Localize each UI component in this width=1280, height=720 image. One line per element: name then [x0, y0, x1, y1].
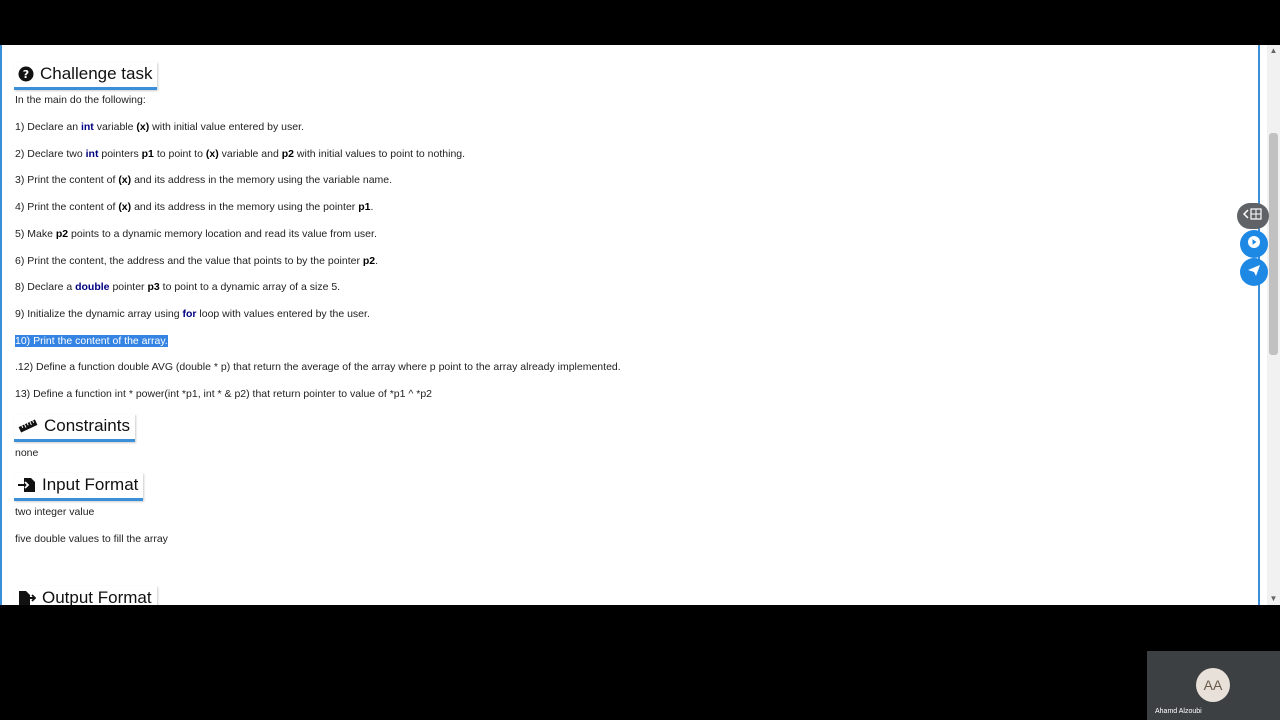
identifier-text: p1 [358, 201, 371, 214]
constraints-text: none [15, 447, 39, 459]
step-text: with initial value entered by user. [149, 121, 304, 133]
play-icon [1247, 235, 1261, 254]
identifier-text: (x) [205, 147, 219, 160]
step-line: 10) Print the content of the array. [15, 334, 168, 347]
file-import-icon [18, 477, 36, 493]
step-text: 4) Print the content of [15, 201, 119, 214]
constraints-heading: Constraints [14, 414, 135, 442]
input-format-line-2: five double values to fill the array [15, 533, 168, 545]
expand-panel-button[interactable] [1237, 203, 1269, 229]
step-text: variable and [218, 147, 282, 160]
step-line: 13) Define a function int * power(int *p… [15, 388, 432, 400]
step-text: to point to a dynamic array of a size 5. [159, 281, 341, 294]
file-export-icon [18, 590, 36, 605]
identifier-text: p2 [362, 254, 376, 267]
keyword-text: int [80, 121, 94, 133]
input-format-line-1: two integer value [15, 506, 95, 518]
scrollbar-thumb[interactable] [1269, 133, 1278, 355]
output-format-heading: Output Format [14, 586, 157, 605]
step-text: pointer [109, 281, 148, 294]
step-line: 6) Print the content, the address and th… [15, 255, 378, 267]
step-text: 5) Make [15, 227, 56, 240]
step-text: 3) Print the content of [15, 174, 119, 187]
page-left-border [0, 45, 2, 605]
ruler-icon [18, 419, 38, 433]
page-right-border [1258, 45, 1260, 605]
step-line: 2) Declare two int pointers p1 to point … [15, 148, 465, 160]
step-line: .12) Define a function double AVG (doubl… [15, 361, 621, 373]
send-icon [1247, 263, 1261, 282]
step-text: .12) Define a function double AVG (doubl… [15, 361, 621, 374]
constraints-title: Constraints [44, 416, 130, 435]
step-text: to point to [153, 147, 206, 160]
identifier-text: (x) [118, 201, 132, 214]
challenge-title: Challenge task [40, 64, 153, 83]
svg-text:?: ? [23, 68, 29, 81]
participant-video-tile[interactable]: AA Ahamd Alzoubi [1147, 651, 1280, 720]
identifier-text: (x) [136, 121, 150, 133]
step-line: 5) Make p2 points to a dynamic memory lo… [15, 228, 377, 240]
identifier-text: p2 [281, 147, 295, 160]
step-text: and its address in the memory using the … [131, 201, 359, 214]
step-text: 8) Declare a [15, 281, 76, 294]
step-text: . [375, 254, 379, 267]
challenge-intro: In the main do the following: [15, 94, 146, 106]
step-text: and its address in the memory using the … [131, 174, 393, 187]
step-text: 9) Initialize the dynamic array using [15, 307, 183, 320]
step-line: 9) Initialize the dynamic array using fo… [15, 308, 370, 320]
step-text: . [370, 201, 374, 214]
vertical-scrollbar[interactable]: ▲ ▼ [1267, 45, 1280, 605]
problem-page: ? Challenge task In the main do the foll… [0, 45, 1280, 605]
step-text: 1) Declare an [15, 121, 81, 133]
input-format-heading: Input Format [14, 473, 144, 501]
scroll-down-icon[interactable]: ▼ [1267, 593, 1280, 605]
keyword-text: for [182, 307, 197, 320]
output-format-title: Output Format [42, 588, 152, 605]
question-circle-icon: ? [18, 66, 34, 82]
identifier-text: (x) [118, 174, 132, 187]
step-text: variable [93, 121, 137, 133]
step-text: 13) Define a function int * power(int *p… [15, 388, 433, 400]
step-line: 8) Declare a double pointer p3 to point … [15, 281, 340, 293]
step-line: 4) Print the content of (x) and its addr… [15, 201, 373, 213]
expand-panel-icon [1242, 207, 1263, 225]
participant-name: Ahamd Alzoubi [1155, 708, 1202, 715]
step-text: points to a dynamic memory location and … [68, 227, 377, 240]
scroll-up-icon[interactable]: ▲ [1267, 45, 1280, 57]
input-format-title: Input Format [42, 475, 139, 494]
step-text: loop with values entered by the user. [196, 307, 370, 320]
identifier-text: p3 [147, 281, 160, 294]
avatar: AA [1196, 668, 1230, 702]
keyword-text: int [85, 147, 99, 160]
identifier-text: p1 [141, 147, 154, 160]
step-line: 3) Print the content of (x) and its addr… [15, 174, 392, 186]
send-button[interactable] [1240, 258, 1268, 286]
keyword-text: double [75, 281, 110, 294]
step-text: 6) Print the content, the address and th… [15, 254, 363, 267]
step-line: 1) Declare an int variable (x) with init… [15, 121, 304, 133]
challenge-heading: ? Challenge task [14, 62, 158, 90]
step-text: pointers [98, 147, 142, 160]
step-text: 2) Declare two [15, 147, 86, 160]
identifier-text: p2 [55, 227, 69, 240]
step-text: with initial values to point to nothing. [294, 147, 466, 160]
highlighted-text: 10) Print the content of the array. [15, 334, 168, 347]
play-button[interactable] [1240, 230, 1268, 258]
